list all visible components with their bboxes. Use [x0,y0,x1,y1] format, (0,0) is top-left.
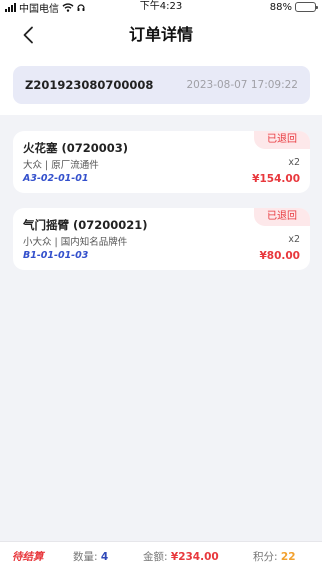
settlement-status: 待结算 [12,551,44,563]
total-points: 积分: 22 [253,542,296,571]
status-bar: 中国电信 下午4:23 88% [0,0,322,15]
returned-badge: 已退回 [254,131,310,149]
status-bar-right: 88% [269,0,318,14]
page-title: 订单详情 [128,25,193,44]
returned-badge: 已退回 [254,208,310,226]
item-location-code: A3-02-01-01 [23,173,89,184]
list-item[interactable]: 火花塞 (0720003) 大众 | 原厂流通件 A3-02-01-01 x2 … [13,131,310,193]
item-name: 气门摇臂 (07200021) [23,218,148,232]
battery-icon [295,2,318,12]
back-button[interactable] [14,21,42,49]
total-quantity: 数量: 4 [73,542,108,571]
battery-percent: 88% [269,1,292,13]
total-amount: 金额: ¥234.00 [143,542,219,571]
item-description: 大众 | 原厂流通件 [23,160,99,171]
list-item[interactable]: 气门摇臂 (07200021) 小大众 | 国内知名品牌件 B1-01-01-0… [13,208,310,270]
order-time: 2023-08-07 17:09:22 [186,79,298,91]
chevron-left-icon [23,26,33,44]
item-location-code: B1-01-01-03 [23,250,89,261]
item-name: 火花塞 (0720003) [23,141,129,155]
item-description: 小大众 | 国内知名品牌件 [23,237,128,248]
amount-label: 金额: [143,551,168,563]
points-label: 积分: [253,551,278,563]
summary-bar: 待结算 数量: 4 金额: ¥234.00 积分: 22 [0,541,322,571]
item-quantity: x2 [288,157,300,168]
order-info: Z201923080700008 2023-08-07 17:09:22 [13,66,310,104]
item-price: ¥154.00 [252,173,300,185]
quantity-label: 数量: [73,551,98,563]
item-quantity: x2 [288,234,300,245]
quantity-value: 4 [100,551,109,563]
nav-bar: 订单详情 [0,14,322,56]
points-value: 22 [280,551,296,563]
order-number: Z201923080700008 [25,78,154,92]
amount-value: ¥234.00 [170,551,219,563]
item-price: ¥80.00 [259,250,300,262]
